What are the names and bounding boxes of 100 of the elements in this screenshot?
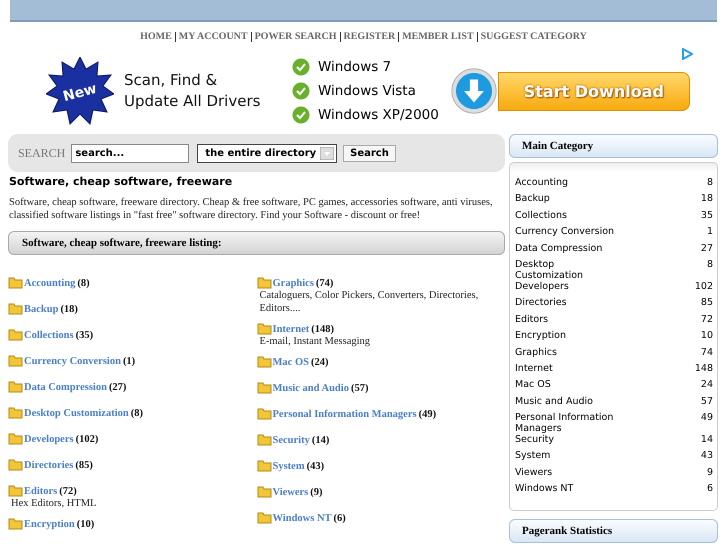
category-link[interactable]: System — [272, 461, 305, 472]
sidebar-count: 8 — [706, 258, 713, 272]
category-count: (74) — [316, 278, 334, 289]
category-link[interactable]: Personal Information Managers — [272, 409, 417, 420]
sidebar-count: 72 — [700, 314, 713, 327]
category-link[interactable]: Encryption — [24, 519, 75, 530]
folder-icon — [8, 380, 23, 393]
sidebar-item[interactable]: Windows NT — [515, 483, 625, 500]
listing-header: Software, cheap software, freeware listing: — [8, 231, 505, 255]
category-link[interactable]: Music and Audio — [272, 383, 349, 394]
sidebar-item[interactable]: Graphics — [515, 346, 625, 363]
category-link[interactable]: Graphics — [272, 278, 314, 289]
folder-icon — [256, 381, 272, 394]
sidebar-item[interactable]: Viewers — [515, 466, 625, 484]
caret-icon — [320, 146, 334, 160]
category-count: (102) — [76, 434, 98, 445]
category-count: (43) — [306, 461, 324, 472]
folder-icon — [256, 511, 272, 524]
category-count: (72) — [59, 486, 77, 497]
nav-link[interactable]: MY ACCOUNT — [176, 31, 250, 42]
sidebar-count: 49 — [700, 412, 713, 426]
sidebar-item[interactable]: Editors — [515, 314, 625, 330]
sidebar-item[interactable]: Music and Audio — [515, 396, 625, 412]
sidebar-item[interactable]: Directories — [515, 297, 625, 314]
category-count: (9) — [310, 487, 323, 498]
nav-link[interactable]: HOME — [138, 31, 174, 42]
category-count: (8) — [130, 408, 143, 419]
category-link[interactable]: Collections — [24, 330, 74, 341]
sidebar-count: 1 — [706, 226, 713, 240]
sidebar-item[interactable]: Personal Information Managers — [515, 412, 625, 434]
category-description: Hex Editors, HTML — [11, 497, 98, 510]
category-link[interactable]: Accounting — [24, 278, 76, 289]
sidebar-count: 24 — [700, 379, 713, 392]
category-link[interactable]: Viewers — [272, 487, 308, 498]
sidebar-item[interactable]: Accounting — [515, 177, 625, 194]
category-count: (6) — [334, 513, 346, 524]
new-badge: New — [46, 57, 114, 125]
nav-link[interactable]: MEMBER LIST — [400, 31, 476, 42]
ad-headline: Scan, Find & Update All Drivers — [124, 70, 262, 112]
sidebar-count: 57 — [700, 396, 713, 409]
category-description: Cataloguers, Color Pickers, Converters, Directories, Editors.... — [260, 289, 480, 315]
sidebar-count: 85 — [700, 297, 713, 310]
search-field[interactable]: search... — [71, 144, 190, 162]
sidebar-item[interactable]: System — [515, 450, 625, 467]
nav-link[interactable]: SUGGEST CATEGORY — [478, 31, 589, 42]
sidebar-item[interactable]: Security — [515, 434, 625, 450]
category-link[interactable]: Directories — [24, 460, 74, 471]
scope-dropdown[interactable]: the entire directory — [197, 144, 338, 162]
sidebar-item[interactable]: Encryption — [515, 330, 625, 347]
search-button[interactable]: Search — [343, 144, 396, 162]
folder-icon — [8, 302, 23, 315]
check-icon — [292, 106, 310, 124]
folder-icon — [256, 322, 272, 335]
check-icon — [292, 82, 310, 100]
category-link[interactable]: Windows NT — [272, 513, 332, 524]
category-count: (35) — [76, 330, 94, 341]
sidebar-count: 102 — [694, 280, 713, 294]
sidebar-count: 6 — [706, 483, 713, 496]
panel-header: Pagerank Statistics — [509, 518, 718, 543]
sidebar-item[interactable]: Internet — [515, 362, 625, 380]
category-count: (24) — [310, 357, 328, 368]
category-count: (148) — [311, 324, 334, 335]
category-link[interactable]: Security — [272, 435, 310, 446]
folder-icon — [8, 458, 23, 471]
download-icon — [450, 68, 497, 114]
category-link[interactable]: Data Compression — [24, 382, 107, 393]
sidebar-count: 74 — [700, 346, 713, 360]
sidebar-item[interactable]: Data Compression — [515, 242, 625, 259]
sidebar-item[interactable]: Desktop Customization — [515, 258, 625, 281]
sidebar-count: 18 — [700, 193, 713, 206]
category-link[interactable]: Editors — [24, 486, 58, 497]
sidebar-item[interactable]: Backup — [515, 193, 625, 210]
sidebar-count: 148 — [694, 362, 713, 376]
category-link[interactable]: Currency Conversion — [24, 356, 121, 367]
intro-paragraph: Software, cheap software, freeware directory. Cheap & free software, PC games, accessories software, anti viruses, classified software listings in "fast free" software directory. Find your Software - discount or free! — [9, 196, 494, 222]
sidebar-count: 43 — [700, 450, 713, 464]
category-link[interactable]: Mac OS — [272, 357, 309, 368]
category-link[interactable]: Backup — [24, 304, 58, 315]
category-count: (85) — [75, 460, 93, 471]
folder-icon — [256, 485, 272, 498]
sidebar-item[interactable]: Currency Conversion — [515, 226, 625, 243]
category-link[interactable]: Desktop Customization — [24, 408, 129, 419]
search-label: SEARCH — [18, 146, 66, 160]
nav-link[interactable]: REGISTER — [342, 31, 398, 42]
category-link[interactable]: Developers — [24, 434, 74, 445]
category-link[interactable]: Internet — [272, 324, 310, 335]
check-icon — [292, 58, 310, 76]
folder-icon — [256, 459, 272, 472]
sidebar-count: 9 — [706, 466, 713, 480]
category-description: E-mail, Instant Messaging — [260, 335, 372, 348]
category-count: (14) — [312, 435, 330, 446]
sidebar-item[interactable]: Mac OS — [515, 379, 625, 396]
folder-icon — [8, 432, 23, 445]
ad-info-icon[interactable] — [681, 48, 693, 60]
nav-link[interactable]: POWER SEARCH — [252, 31, 339, 42]
folder-icon — [256, 276, 272, 289]
os-label: Windows Vista — [318, 83, 416, 99]
folder-icon — [256, 433, 272, 446]
sidebar-item[interactable]: Developers — [515, 280, 625, 298]
sidebar-item[interactable]: Collections — [515, 210, 625, 226]
